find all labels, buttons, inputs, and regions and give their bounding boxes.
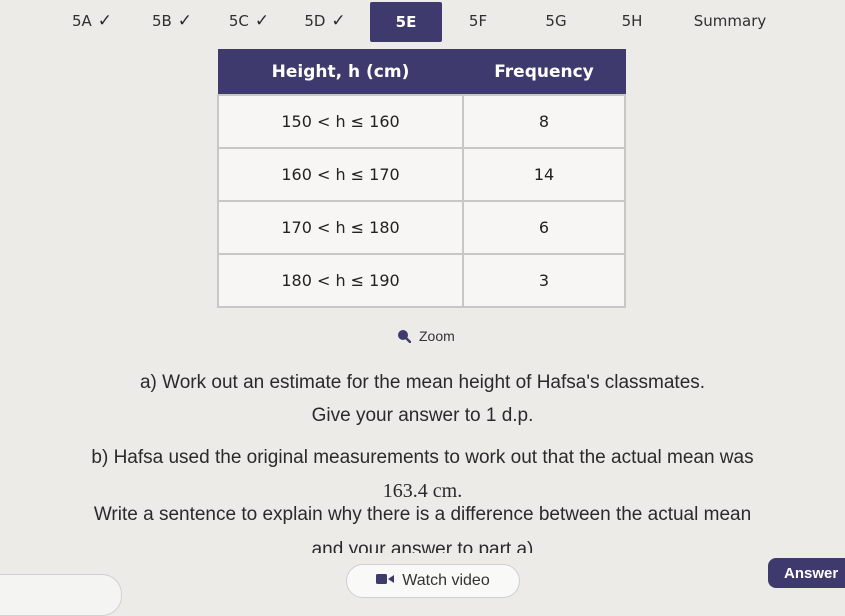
previous-button[interactable] [0,574,122,616]
check-icon: ✓ [177,11,193,31]
tab-5c[interactable]: 5C ✓ [212,2,286,40]
tab-label: 5D [304,12,326,30]
question-a-text: a) Work out an estimate for the mean hei… [139,372,706,393]
frequency-table-container: Height, h (cm) Frequency 150 < h ≤ 160 8… [216,49,626,308]
tab-5a[interactable]: 5A ✓ [52,2,132,40]
tab-label: 5F [468,12,488,30]
table-header-row: Height, h (cm) Frequency [217,49,626,96]
question-b-actual-mean: 163.4 cm. [382,480,463,502]
tab-label: 5G [545,12,567,30]
watch-video-label: Watch video [402,572,490,589]
table-row: 150 < h ≤ 160 8 [216,94,626,149]
question-b-text: b) Hafsa used the original measurements … [91,447,754,468]
tab-label: 5E [395,13,417,31]
tab-bar: 5A ✓ 5B ✓ 5C ✓ 5D ✓ 5E 5F 5G 5H Summary [0,0,845,46]
height-interval-cell: 180 < h ≤ 190 [216,253,465,308]
frequency-cell: 8 [462,94,626,149]
tab-label: 5B [151,12,172,30]
frequency-cell: 3 [462,253,626,308]
zoom-label: Zoom [419,328,455,344]
frequency-cell: 6 [462,200,626,255]
magnifier-icon [397,329,411,343]
question-b-instruction: Write a sentence to explain why there is… [93,504,752,525]
video-camera-icon [376,572,395,590]
tab-label: 5A [71,12,92,30]
tab-5b[interactable]: 5B ✓ [135,2,209,40]
tab-5f[interactable]: 5F [458,2,498,40]
column-header-height: Height, h (cm) [217,49,464,96]
tab-5h[interactable]: 5H [612,2,652,40]
height-interval-cell: 150 < h ≤ 160 [216,94,465,149]
tab-label: Summary [693,12,767,30]
table-row: 170 < h ≤ 180 6 [216,200,626,255]
check-icon: ✓ [331,11,346,31]
table-row: 160 < h ≤ 170 14 [216,147,626,202]
height-interval-cell: 170 < h ≤ 180 [216,200,465,255]
question-b-instruction-cont: and your answer to part a) [311,539,534,553]
frequency-table: Height, h (cm) Frequency 150 < h ≤ 160 8… [216,49,626,308]
frequency-cell: 14 [462,147,626,202]
answer-button[interactable]: Answer [768,558,845,588]
zoom-button[interactable]: Zoom [397,326,455,346]
check-icon: ✓ [97,11,113,31]
height-interval-cell: 160 < h ≤ 170 [216,147,465,202]
check-icon: ✓ [254,11,270,31]
tab-5d[interactable]: 5D ✓ [288,2,362,40]
tab-summary[interactable]: Summary [684,2,776,40]
question-a-instruction: Give your answer to 1 d.p. [311,405,534,426]
tab-label: 5H [621,12,643,30]
answer-label: Answer [784,564,839,582]
column-header-frequency: Frequency [462,49,626,96]
tab-label: 5C [228,12,249,30]
tab-5e[interactable]: 5E [370,2,442,42]
tab-5g[interactable]: 5G [536,2,576,40]
watch-video-button[interactable]: Watch video [346,564,520,598]
table-row: 180 < h ≤ 190 3 [216,253,626,308]
